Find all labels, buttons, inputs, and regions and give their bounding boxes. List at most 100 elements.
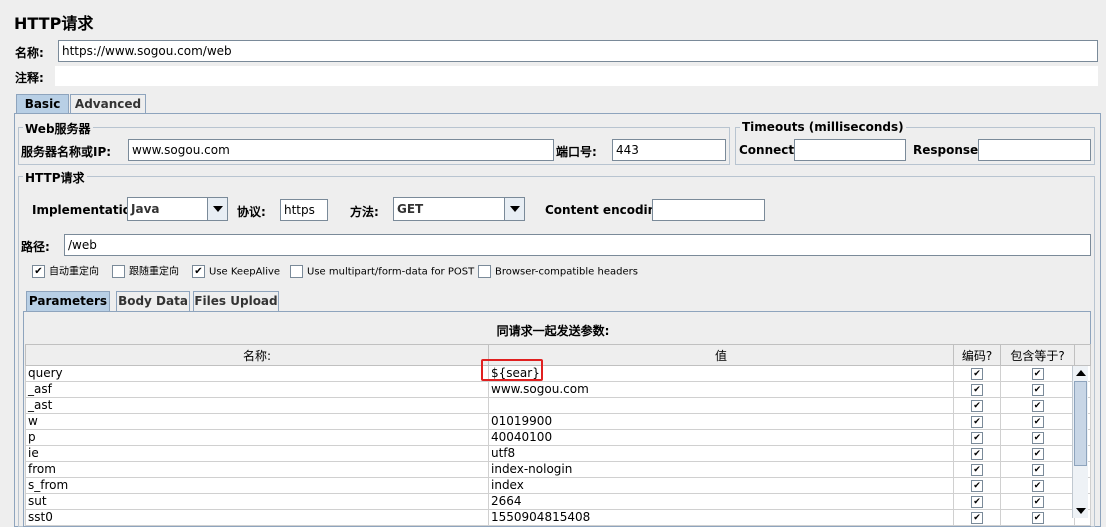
table-row[interactable]: _asf www.sogou.com ✔ ✔ — [25, 381, 1091, 398]
table-row[interactable]: sst0 1550904815408 ✔ ✔ — [25, 509, 1091, 526]
table-row[interactable]: w 01019900 ✔ ✔ — [25, 413, 1091, 430]
checkbox-label: Use multipart/form-data for POST — [307, 266, 475, 278]
comment-input[interactable] — [55, 66, 1098, 86]
browser-compatible-checkbox[interactable]: Browser-compatible headers — [478, 265, 638, 281]
param-value-cell[interactable]: 01019900 — [488, 413, 954, 430]
method-value: GET — [397, 202, 424, 216]
table-row[interactable]: s_from index ✔ ✔ — [25, 477, 1091, 494]
param-name-cell[interactable]: w — [25, 413, 489, 430]
table-row[interactable]: _ast ✔ ✔ — [25, 397, 1091, 414]
panel-title: HTTP请求 — [14, 14, 94, 33]
column-header-encode[interactable]: 编码? — [953, 344, 1001, 366]
content-encoding-input[interactable] — [652, 199, 765, 221]
port-label: 端口号: — [556, 145, 597, 159]
include-equals-checkbox[interactable]: ✔ — [1000, 381, 1075, 398]
param-value-cell[interactable]: index — [488, 477, 954, 494]
encode-checkbox[interactable]: ✔ — [953, 381, 1001, 398]
web-server-group-title: Web服务器 — [23, 120, 93, 137]
server-input[interactable]: www.sogou.com — [128, 139, 554, 161]
table-row[interactable]: sut 2664 ✔ ✔ — [25, 493, 1091, 510]
encode-checkbox[interactable]: ✔ — [953, 461, 1001, 478]
scroll-up-icon[interactable] — [1076, 370, 1086, 376]
tab-files-upload[interactable]: Files Upload — [193, 291, 279, 311]
checkbox-checked-icon: ✔ — [1031, 431, 1044, 444]
param-name-cell[interactable]: ie — [25, 445, 489, 462]
param-value-cell[interactable]: ${sear} — [488, 365, 954, 382]
param-value-cell[interactable]: 2664 — [488, 493, 954, 510]
tab-advanced[interactable]: Advanced — [70, 94, 146, 114]
column-header-value[interactable]: 值 — [488, 344, 954, 366]
param-name-cell[interactable]: _ast — [25, 397, 489, 414]
include-equals-checkbox[interactable]: ✔ — [1000, 429, 1075, 446]
table-row[interactable]: from index-nologin ✔ ✔ — [25, 461, 1091, 478]
response-label: Response: — [913, 143, 983, 157]
use-multipart-checkbox[interactable]: Use multipart/form-data for POST — [290, 265, 474, 281]
use-keepalive-checkbox[interactable]: ✔ Use KeepAlive — [192, 265, 280, 281]
checkbox-checked-icon: ✔ — [1031, 479, 1044, 492]
connect-input[interactable] — [794, 139, 906, 161]
protocol-input[interactable]: https — [280, 199, 328, 221]
params-caption: 同请求一起发送参数: — [496, 324, 610, 338]
follow-redirects-auto-checkbox[interactable]: ✔ 自动重定向 — [32, 265, 99, 281]
connect-label: Connect: — [739, 143, 799, 157]
encode-checkbox[interactable]: ✔ — [953, 413, 1001, 430]
param-value-cell[interactable]: utf8 — [488, 445, 954, 462]
response-input[interactable] — [978, 139, 1091, 161]
checkbox-checked-icon: ✔ — [1031, 367, 1044, 380]
chevron-down-icon[interactable] — [504, 198, 524, 220]
include-equals-checkbox[interactable]: ✔ — [1000, 493, 1075, 510]
include-equals-checkbox[interactable]: ✔ — [1000, 397, 1075, 414]
table-scrollbar[interactable] — [1072, 366, 1088, 518]
encode-checkbox[interactable]: ✔ — [953, 477, 1001, 494]
chevron-down-icon[interactable] — [207, 198, 227, 220]
tab-parameters[interactable]: Parameters — [26, 291, 110, 311]
name-input[interactable]: https://www.sogou.com/web — [58, 40, 1098, 62]
checkbox-unchecked-icon — [290, 265, 303, 278]
param-name-cell[interactable]: _asf — [25, 381, 489, 398]
param-name-cell[interactable]: sst0 — [25, 509, 489, 526]
implementation-value: Java — [131, 202, 160, 216]
param-name-cell[interactable]: query — [25, 365, 489, 382]
include-equals-checkbox[interactable]: ✔ — [1000, 365, 1075, 382]
param-value-cell[interactable]: 1550904815408 — [488, 509, 954, 526]
tab-body-data[interactable]: Body Data — [116, 291, 190, 311]
param-value-cell[interactable]: www.sogou.com — [488, 381, 954, 398]
checkbox-checked-icon: ✔ — [1031, 383, 1044, 396]
param-name-cell[interactable]: sut — [25, 493, 489, 510]
include-equals-checkbox[interactable]: ✔ — [1000, 477, 1075, 494]
port-input[interactable]: 443 — [612, 139, 726, 161]
checkbox-label: Use KeepAlive — [209, 266, 281, 278]
tab-basic[interactable]: Basic — [16, 94, 69, 114]
param-value-cell[interactable]: index-nologin — [488, 461, 954, 478]
path-label: 路径: — [21, 240, 50, 254]
encode-checkbox[interactable]: ✔ — [953, 365, 1001, 382]
follow-redirects-checkbox[interactable]: 跟随重定向 — [112, 265, 179, 281]
checkbox-label: 跟随重定向 — [129, 266, 179, 278]
path-input[interactable]: /web — [64, 234, 1091, 256]
table-row[interactable]: p 40040100 ✔ ✔ — [25, 429, 1091, 446]
table-row[interactable]: query ${sear} ✔ ✔ — [25, 365, 1091, 382]
param-name-cell[interactable]: from — [25, 461, 489, 478]
column-header-include-equals[interactable]: 包含等于? — [1000, 344, 1075, 366]
scroll-down-icon[interactable] — [1076, 508, 1086, 514]
encode-checkbox[interactable]: ✔ — [953, 397, 1001, 414]
column-header-name[interactable]: 名称: — [25, 344, 489, 366]
implementation-select[interactable]: Java — [127, 197, 228, 221]
include-equals-checkbox[interactable]: ✔ — [1000, 509, 1075, 526]
param-name-cell[interactable]: s_from — [25, 477, 489, 494]
encode-checkbox[interactable]: ✔ — [953, 493, 1001, 510]
include-equals-checkbox[interactable]: ✔ — [1000, 461, 1075, 478]
table-row[interactable]: ie utf8 ✔ ✔ — [25, 445, 1091, 462]
param-name-cell[interactable]: p — [25, 429, 489, 446]
include-equals-checkbox[interactable]: ✔ — [1000, 445, 1075, 462]
scroll-thumb[interactable] — [1074, 381, 1087, 466]
param-value-cell[interactable] — [488, 397, 954, 414]
param-value-cell[interactable]: 40040100 — [488, 429, 954, 446]
encode-checkbox[interactable]: ✔ — [953, 445, 1001, 462]
checkbox-unchecked-icon — [478, 265, 491, 278]
include-equals-checkbox[interactable]: ✔ — [1000, 413, 1075, 430]
encode-checkbox[interactable]: ✔ — [953, 509, 1001, 526]
comment-label: 注释: — [15, 71, 44, 85]
method-select[interactable]: GET — [393, 197, 525, 221]
encode-checkbox[interactable]: ✔ — [953, 429, 1001, 446]
